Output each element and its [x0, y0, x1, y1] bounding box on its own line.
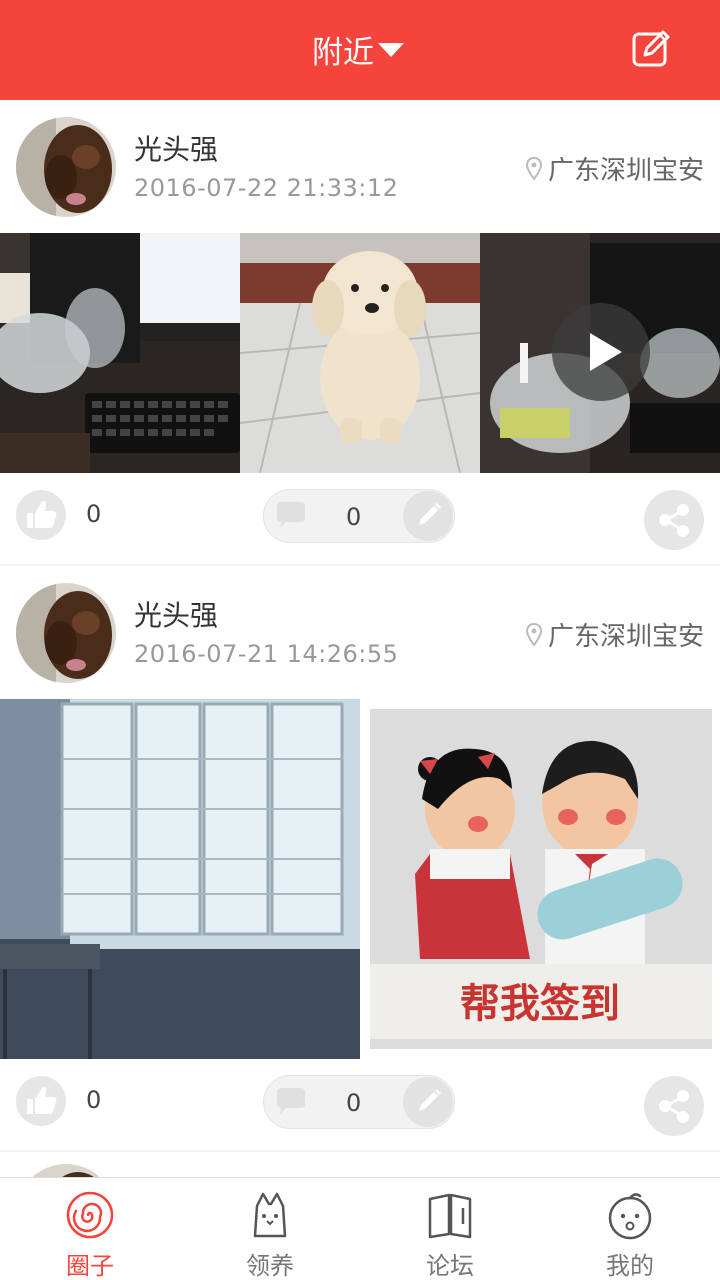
feed-post[interactable] [0, 1152, 720, 1177]
post-video[interactable] [480, 233, 720, 473]
circle-swirl-icon [66, 1191, 114, 1239]
tab-label: 领养 [246, 1252, 294, 1280]
thumbs-up-icon [27, 501, 57, 528]
comment-button[interactable]: 0 [263, 1075, 455, 1129]
location: 广东深圳宝安 [525, 150, 704, 187]
author-name[interactable]: 光头强 [134, 128, 218, 168]
image-caption: 帮我签到 [460, 981, 620, 1027]
share-icon [659, 1090, 689, 1123]
adopt-bag-icon [253, 1192, 287, 1238]
comment-bubble-icon [277, 1088, 305, 1114]
share-button[interactable] [644, 490, 704, 550]
like-button[interactable] [16, 1076, 66, 1126]
tab-label: 我的 [606, 1252, 654, 1280]
tab-adopt[interactable]: 领养 [180, 1178, 360, 1280]
thumbs-up-icon [27, 1087, 57, 1114]
caret-down-icon [378, 43, 404, 57]
comment-count: 0 [346, 503, 362, 531]
author-name[interactable]: 光头强 [134, 594, 218, 634]
bottom-tab-bar: 圈子 领养 论坛 我的 [0, 1177, 720, 1280]
play-icon[interactable] [552, 303, 650, 401]
location: 广东深圳宝安 [525, 616, 704, 653]
post-time: 2016-07-22 21:33:12 [134, 174, 399, 202]
location-filter-dropdown[interactable]: 附近 [312, 24, 404, 74]
pencil-icon [419, 503, 441, 525]
write-comment-button[interactable] [403, 1077, 453, 1127]
post-time: 2016-07-21 14:26:55 [134, 640, 399, 668]
action-bar: 0 0 [0, 1060, 720, 1150]
tab-label: 圈子 [66, 1252, 114, 1280]
tab-mine[interactable]: 我的 [540, 1178, 720, 1280]
edit-icon[interactable] [630, 28, 672, 70]
tab-forum[interactable]: 论坛 [360, 1178, 540, 1280]
pencil-icon [419, 1089, 441, 1111]
avatar[interactable] [16, 583, 116, 683]
avatar[interactable] [16, 1164, 116, 1177]
tab-circle[interactable]: 圈子 [0, 1178, 180, 1280]
comment-count: 0 [346, 1089, 362, 1117]
top-bar: 附近 [0, 0, 720, 100]
location-pin-icon [525, 622, 542, 647]
location-text: 广东深圳宝安 [547, 622, 704, 652]
location-pin-icon [525, 156, 542, 181]
post-images: 帮我签到 [0, 699, 720, 1059]
page-title: 附近 [312, 34, 374, 71]
like-count: 0 [86, 1086, 102, 1114]
share-icon [659, 504, 689, 537]
post-photo[interactable] [240, 233, 480, 473]
comment-button[interactable]: 0 [263, 489, 455, 543]
feed-post[interactable]: 光头强 2016-07-22 21:33:12 广东深圳宝安 0 0 [0, 100, 720, 564]
post-photo[interactable] [0, 233, 240, 473]
tab-label: 论坛 [426, 1252, 474, 1280]
write-comment-button[interactable] [403, 491, 453, 541]
post-photo[interactable] [0, 699, 360, 1059]
share-button[interactable] [644, 1076, 704, 1136]
post-images [0, 233, 720, 473]
location-text: 广东深圳宝安 [547, 156, 704, 186]
comment-bubble-icon [277, 502, 305, 528]
feed-list[interactable]: 光头强 2016-07-22 21:33:12 广东深圳宝安 0 0 光头强 2… [0, 100, 720, 1177]
like-count: 0 [86, 500, 102, 528]
post-image[interactable]: 帮我签到 [360, 699, 720, 1059]
action-bar: 0 0 [0, 474, 720, 564]
baby-face-icon [608, 1193, 652, 1240]
feed-post[interactable]: 光头强 2016-07-21 14:26:55 广东深圳宝安 帮我签到 0 0 [0, 566, 720, 1150]
book-icon [428, 1193, 472, 1239]
avatar[interactable] [16, 117, 116, 217]
like-button[interactable] [16, 490, 66, 540]
